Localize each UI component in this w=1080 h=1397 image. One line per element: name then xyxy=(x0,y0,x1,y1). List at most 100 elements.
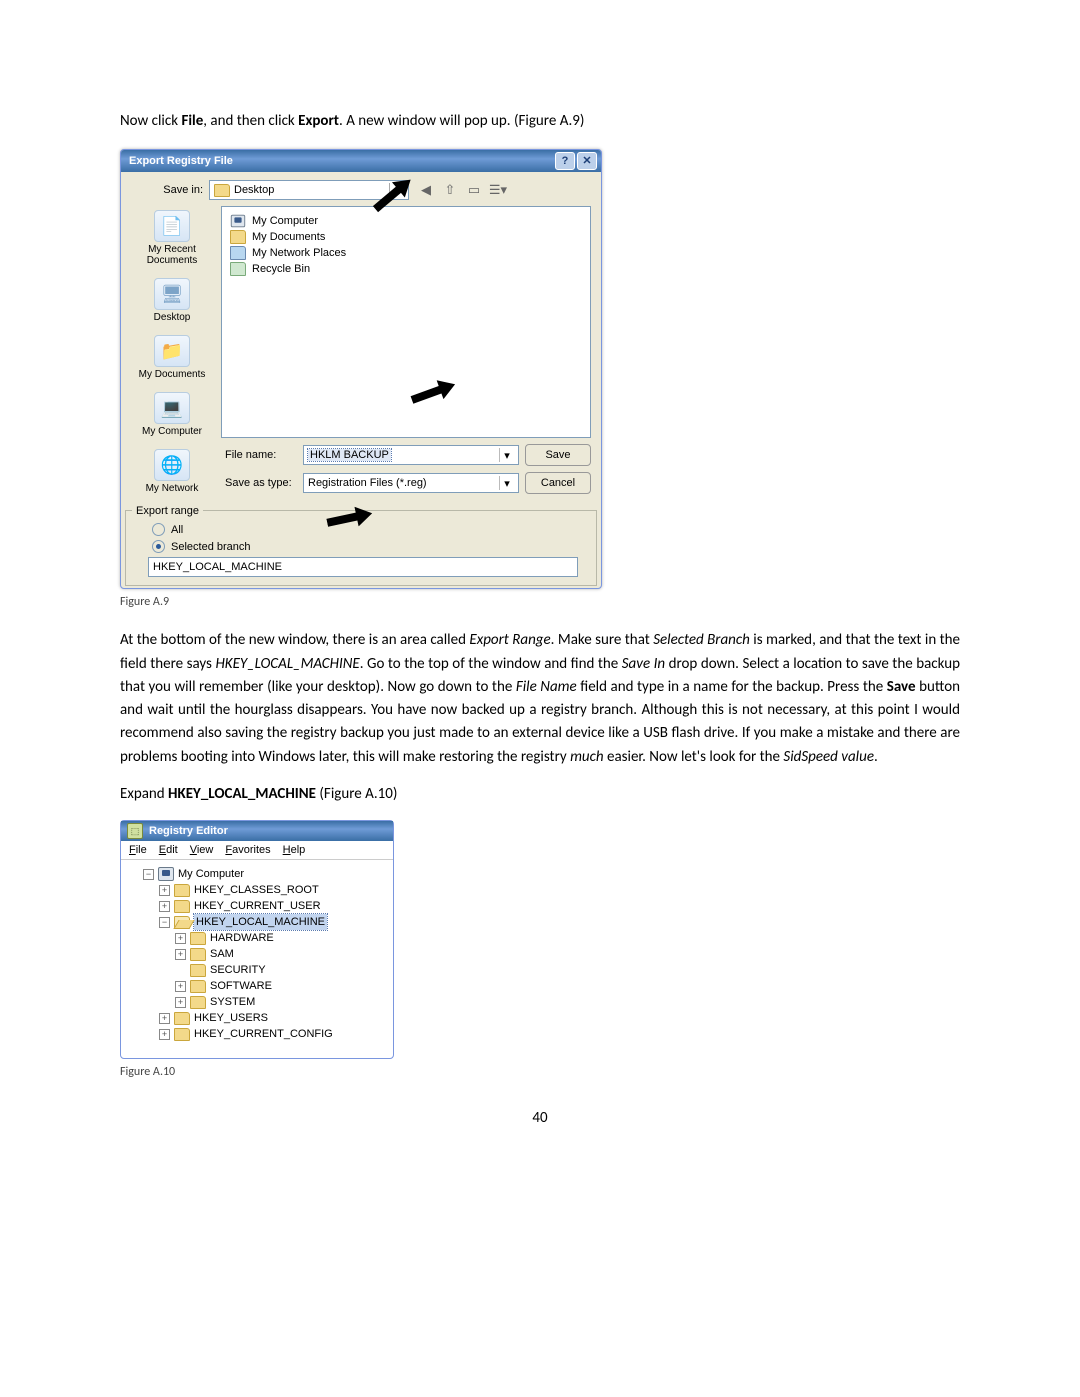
radio-all[interactable]: All xyxy=(152,523,590,536)
help-icon[interactable]: ? xyxy=(555,152,575,170)
tree-collapse-icon[interactable] xyxy=(159,917,170,928)
tree-expand-icon[interactable] xyxy=(159,901,170,912)
place-my-network[interactable]: 🌐 My Network xyxy=(131,449,213,494)
list-item-label: Recycle Bin xyxy=(252,261,310,277)
folder-icon xyxy=(190,932,206,945)
tree-expand-icon[interactable] xyxy=(175,949,186,960)
list-item[interactable]: My Documents xyxy=(230,229,582,245)
text-italic: Export Range xyxy=(469,631,550,649)
file-name-input[interactable]: HKLM BACKUP ▾ xyxy=(303,445,519,465)
radio-selected-label: Selected branch xyxy=(171,541,251,553)
menu-edit[interactable]: Edit xyxy=(159,844,178,856)
tree-node-label: SYSTEM xyxy=(210,994,255,1010)
up-one-level-icon[interactable]: ⇧ xyxy=(441,181,459,199)
text: easier. Now let's look for the xyxy=(604,748,784,766)
tree-node-label: HKEY_CLASSES_ROOT xyxy=(194,882,319,898)
text-italic: File Name xyxy=(516,678,577,696)
views-icon[interactable]: ☰▾ xyxy=(489,181,507,199)
tree-node[interactable]: HARDWARE xyxy=(129,930,385,946)
tree-node-hklm[interactable]: HKEY_LOCAL_MACHINE xyxy=(129,914,385,930)
save-in-row: Save in: Desktop ▾ ◀ ⇧ ▭ ☰▾ xyxy=(131,180,591,200)
text: . Make sure that xyxy=(551,631,654,649)
folder-icon xyxy=(230,230,246,244)
folder-icon xyxy=(190,980,206,993)
list-item[interactable]: My Computer xyxy=(230,213,582,229)
tree-node-label: HKEY_LOCAL_MACHINE xyxy=(194,914,327,930)
recent-documents-icon: 📄 xyxy=(154,210,190,242)
selected-branch-input[interactable]: HKEY_LOCAL_MACHINE xyxy=(148,557,578,577)
tree-expand-icon[interactable] xyxy=(159,1029,170,1040)
tree-expand-icon[interactable] xyxy=(175,997,186,1008)
file-area: 📄 My Recent Documents 🖥 Desktop 📁 My Doc… xyxy=(131,206,591,494)
my-computer-icon: 💻 xyxy=(154,392,190,424)
tree-expand-icon[interactable] xyxy=(159,1013,170,1024)
file-name-row: File name: HKLM BACKUP ▾ Save xyxy=(221,444,591,466)
my-documents-icon: 📁 xyxy=(154,335,190,367)
folder-icon xyxy=(174,1028,190,1041)
new-folder-icon[interactable]: ▭ xyxy=(465,181,483,199)
save-in-value: Desktop xyxy=(234,184,274,196)
tree-node-my-computer[interactable]: My Computer xyxy=(129,866,385,882)
tree-node-label: SAM xyxy=(210,946,234,962)
place-label: Desktop xyxy=(154,312,191,323)
folder-icon xyxy=(174,1012,190,1025)
cancel-button[interactable]: Cancel xyxy=(525,472,591,494)
text: (Figure A.10) xyxy=(316,785,397,803)
text-italic: Save In xyxy=(622,655,665,673)
export-registry-dialog: Export Registry File ? ✕ Save in: Deskto… xyxy=(120,149,602,589)
export-range-fieldset: Export range All Selected branch HKEY_LO… xyxy=(125,510,597,586)
chevron-down-icon[interactable]: ▾ xyxy=(499,448,514,462)
list-item[interactable]: My Network Places xyxy=(230,245,582,261)
dialog-titlebar: Export Registry File ? ✕ xyxy=(121,150,601,172)
tree-node[interactable]: SECURITY xyxy=(129,962,385,978)
radio-all-label: All xyxy=(171,524,183,536)
radio-selected-branch[interactable]: Selected branch xyxy=(152,540,590,553)
tree-node-label: SECURITY xyxy=(210,962,266,978)
place-label: My Recent Documents xyxy=(131,244,213,266)
close-icon[interactable]: ✕ xyxy=(577,152,597,170)
tree-node[interactable]: HKEY_CURRENT_CONFIG xyxy=(129,1026,385,1042)
place-my-computer[interactable]: 💻 My Computer xyxy=(131,392,213,437)
text-italic: much xyxy=(570,748,604,766)
toolbar-icons: ◀ ⇧ ▭ ☰▾ xyxy=(409,181,507,199)
menu-view[interactable]: View xyxy=(190,844,214,856)
tree-node[interactable]: HKEY_CURRENT_USER xyxy=(129,898,385,914)
menu-favorites[interactable]: Favorites xyxy=(225,844,270,856)
menu-help[interactable]: Help xyxy=(283,844,306,856)
radio-icon xyxy=(152,540,165,553)
computer-icon xyxy=(158,867,174,881)
text: field and type in a name for the backup.… xyxy=(577,678,887,696)
tree-node[interactable]: SYSTEM xyxy=(129,994,385,1010)
place-desktop[interactable]: 🖥 Desktop xyxy=(131,278,213,323)
save-button[interactable]: Save xyxy=(525,444,591,466)
tree-node[interactable]: HKEY_USERS xyxy=(129,1010,385,1026)
save-button-label: Save xyxy=(545,449,570,461)
save-as-type-dropdown[interactable]: Registration Files (*.reg) ▾ xyxy=(303,473,519,493)
tree-node-label: HARDWARE xyxy=(210,930,274,946)
registry-editor-window: ⬚ Registry Editor File Edit View Favorit… xyxy=(120,820,394,1059)
text: . Go to the top of the window and find t… xyxy=(360,655,622,673)
tree-expand-icon[interactable] xyxy=(159,885,170,896)
folder-open-icon xyxy=(214,184,230,197)
tree-node[interactable]: HKEY_CLASSES_ROOT xyxy=(129,882,385,898)
place-my-recent-documents[interactable]: 📄 My Recent Documents xyxy=(131,210,213,266)
tree-node[interactable]: SOFTWARE xyxy=(129,978,385,994)
place-label: My Documents xyxy=(139,369,206,380)
menu-file[interactable]: File xyxy=(129,844,147,856)
place-my-documents[interactable]: 📁 My Documents xyxy=(131,335,213,380)
list-item-label: My Computer xyxy=(252,213,318,229)
network-places-icon xyxy=(230,246,246,260)
tree-collapse-icon[interactable] xyxy=(143,869,154,880)
save-in-dropdown[interactable]: Desktop ▾ xyxy=(209,180,409,200)
tree-node[interactable]: SAM xyxy=(129,946,385,962)
chevron-down-icon[interactable]: ▾ xyxy=(499,476,514,490)
file-listing[interactable]: My Computer My Documents My Network Plac… xyxy=(221,206,591,438)
list-item[interactable]: Recycle Bin xyxy=(230,261,582,277)
text: Expand xyxy=(120,785,168,803)
tree-expand-icon[interactable] xyxy=(175,981,186,992)
back-icon[interactable]: ◀ xyxy=(417,181,435,199)
folder-open-icon xyxy=(174,916,190,929)
computer-icon xyxy=(231,215,245,228)
tree-expand-icon[interactable] xyxy=(175,933,186,944)
chevron-down-icon[interactable]: ▾ xyxy=(389,183,404,197)
